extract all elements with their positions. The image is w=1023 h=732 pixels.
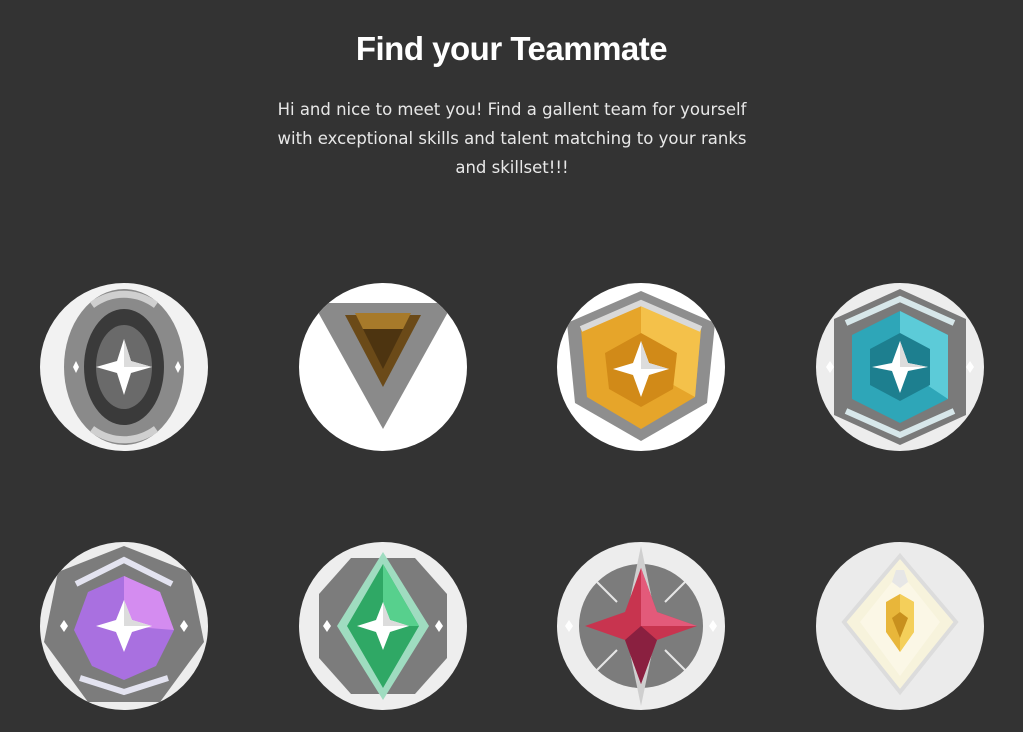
rank-badge-bronze[interactable] <box>299 283 467 451</box>
immortal-rank-icon <box>557 542 725 710</box>
iron-rank-icon <box>40 283 208 451</box>
page-title: Find your Teammate <box>355 30 668 67</box>
platinum-rank-icon <box>816 283 984 451</box>
rank-badge-platinum[interactable] <box>816 283 984 451</box>
rank-badge-immortal[interactable] <box>557 542 725 710</box>
page-subtitle: Hi and nice to meet you! Find a gallent … <box>277 100 747 177</box>
ascendant-rank-icon <box>299 542 467 710</box>
rank-badge-gold[interactable] <box>557 283 725 451</box>
rank-badge-diamond[interactable] <box>40 542 208 710</box>
gold-rank-icon <box>557 283 725 451</box>
rank-badge-iron[interactable] <box>40 283 208 451</box>
rank-badge-ascendant[interactable] <box>299 542 467 710</box>
diamond-rank-icon <box>40 542 208 710</box>
bronze-rank-icon <box>299 283 467 451</box>
radiant-rank-icon <box>816 542 984 710</box>
rank-badge-radiant[interactable] <box>816 542 984 710</box>
